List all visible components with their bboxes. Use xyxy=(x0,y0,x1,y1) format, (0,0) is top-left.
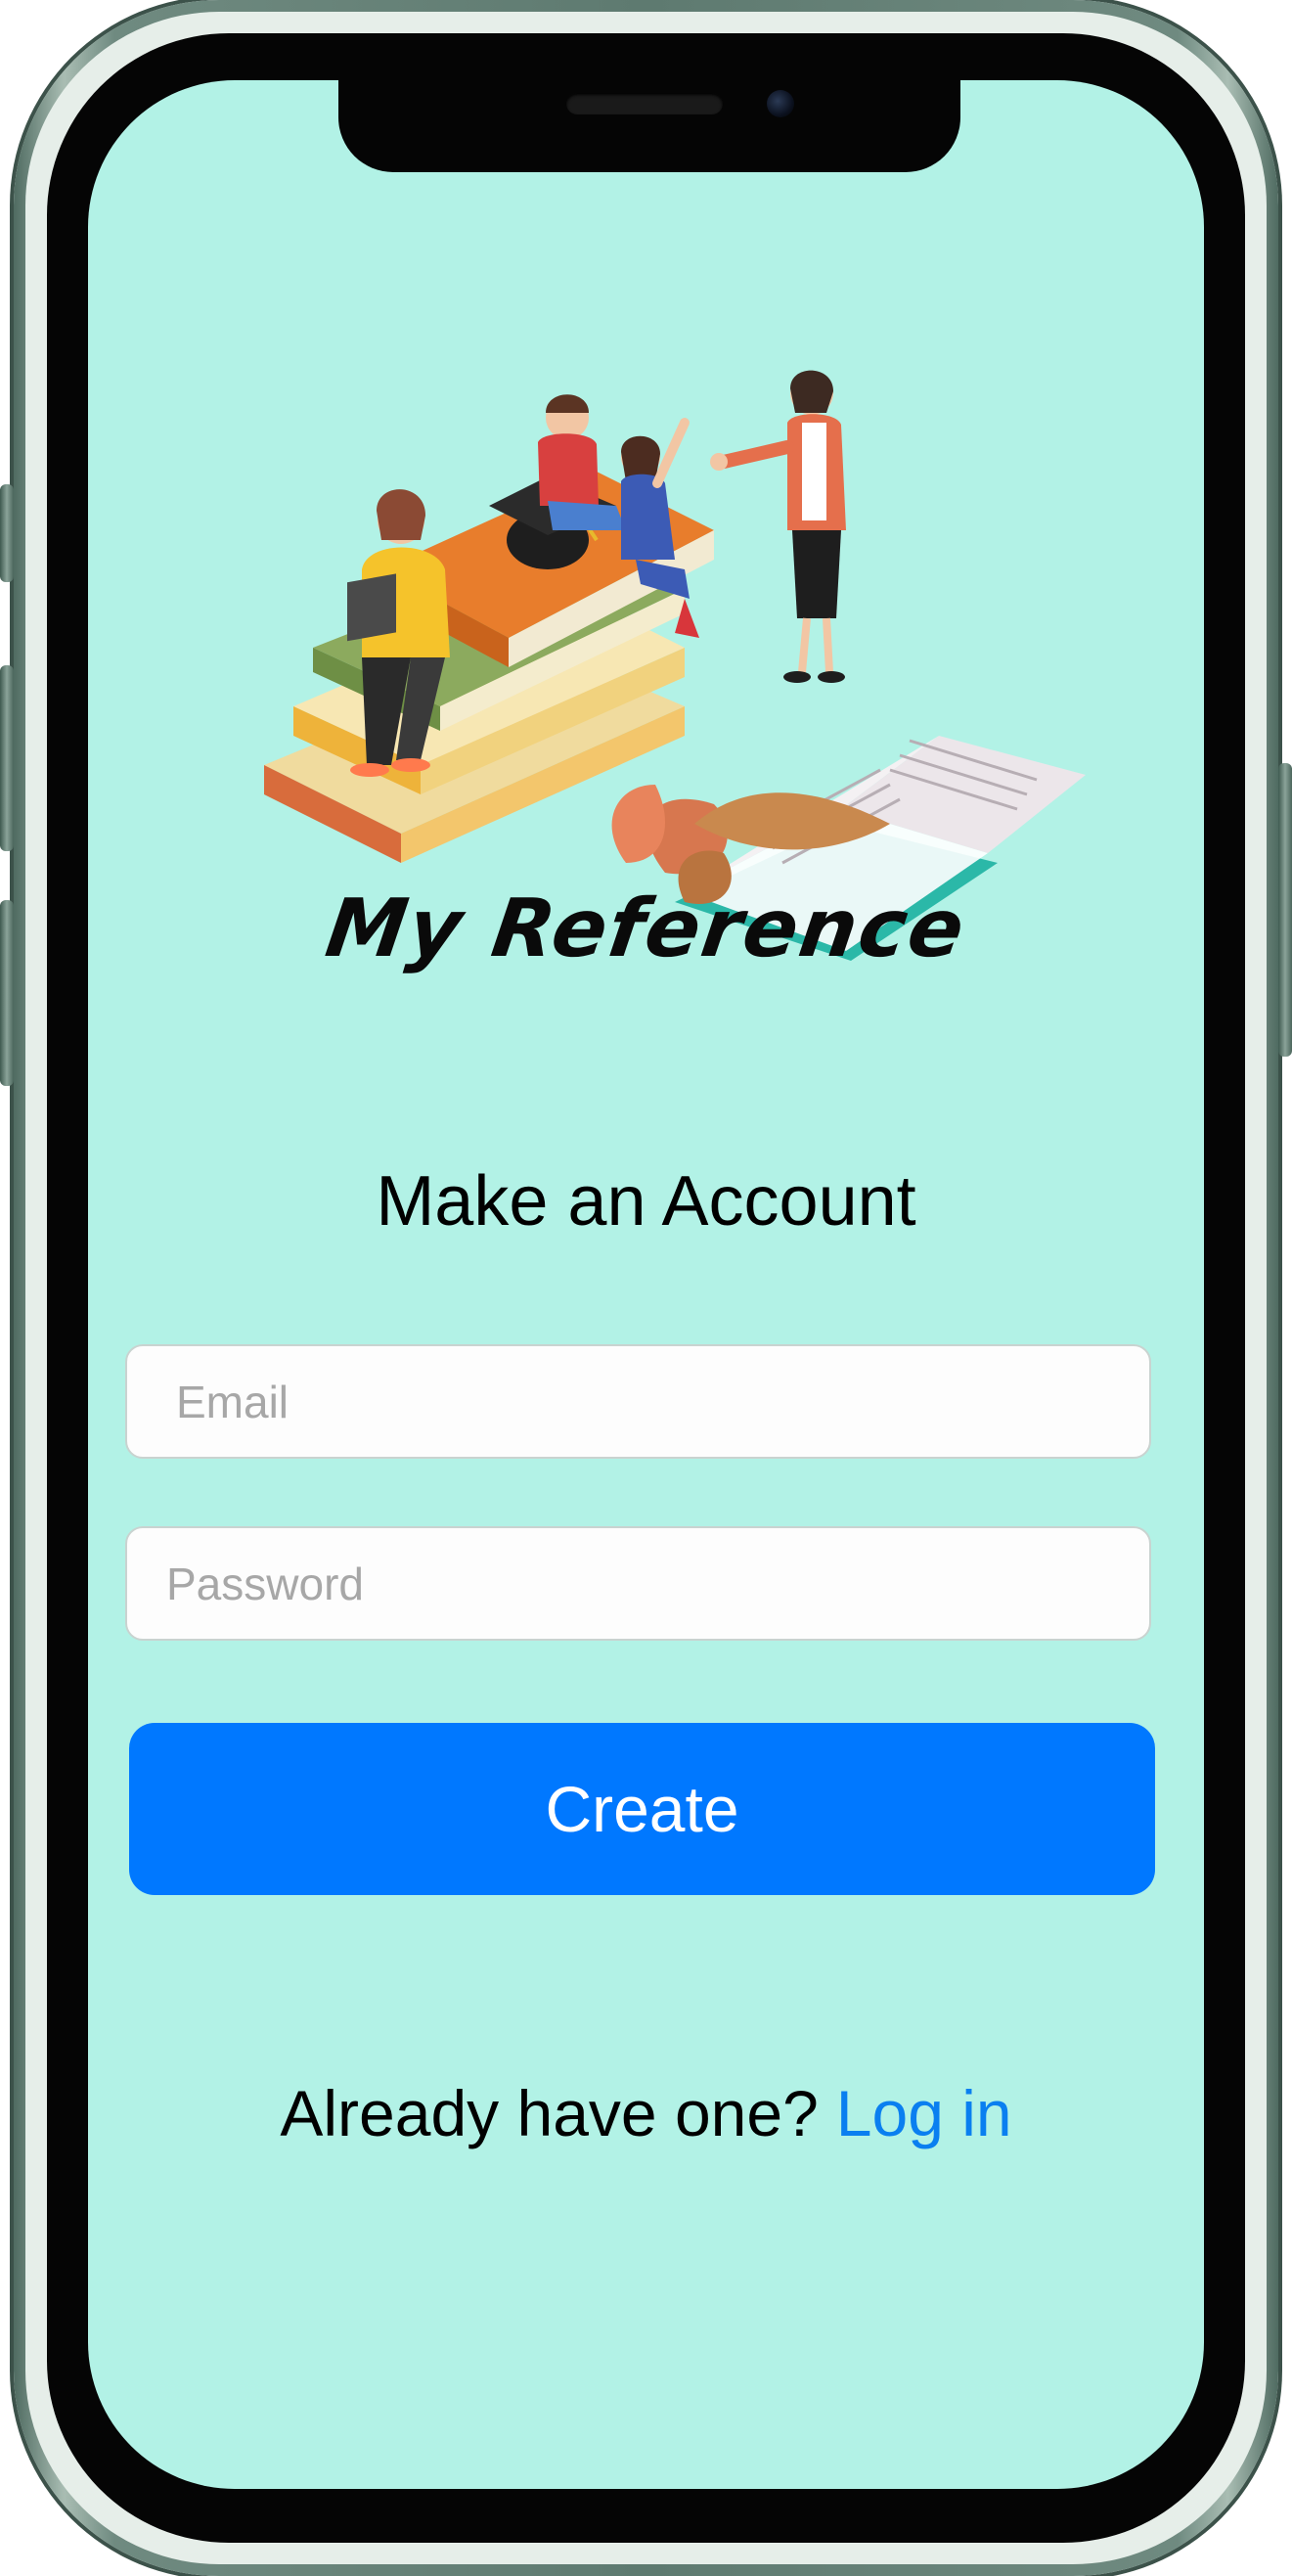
sitting-boy-icon xyxy=(538,394,626,530)
side-button-silent xyxy=(0,484,14,582)
teacher-icon xyxy=(710,370,846,683)
email-field[interactable] xyxy=(125,1344,1151,1459)
login-prompt-text: Already have one? xyxy=(280,2077,819,2149)
login-link[interactable]: Log in xyxy=(836,2077,1012,2149)
front-camera xyxy=(767,90,794,117)
app-screen: My Reference Make an Account Create Alre… xyxy=(88,80,1204,2489)
speaker-grill xyxy=(566,93,723,114)
side-button-volume-up xyxy=(0,665,14,851)
notch xyxy=(338,80,960,172)
side-button-volume-down xyxy=(0,900,14,1086)
app-logo: My Reference xyxy=(320,882,972,975)
login-prompt: Already have one? Log in xyxy=(88,2076,1204,2150)
side-button-power xyxy=(1278,763,1292,1057)
create-button[interactable]: Create xyxy=(129,1723,1155,1895)
page-title: Make an Account xyxy=(376,1162,916,1241)
password-field[interactable] xyxy=(125,1526,1151,1641)
